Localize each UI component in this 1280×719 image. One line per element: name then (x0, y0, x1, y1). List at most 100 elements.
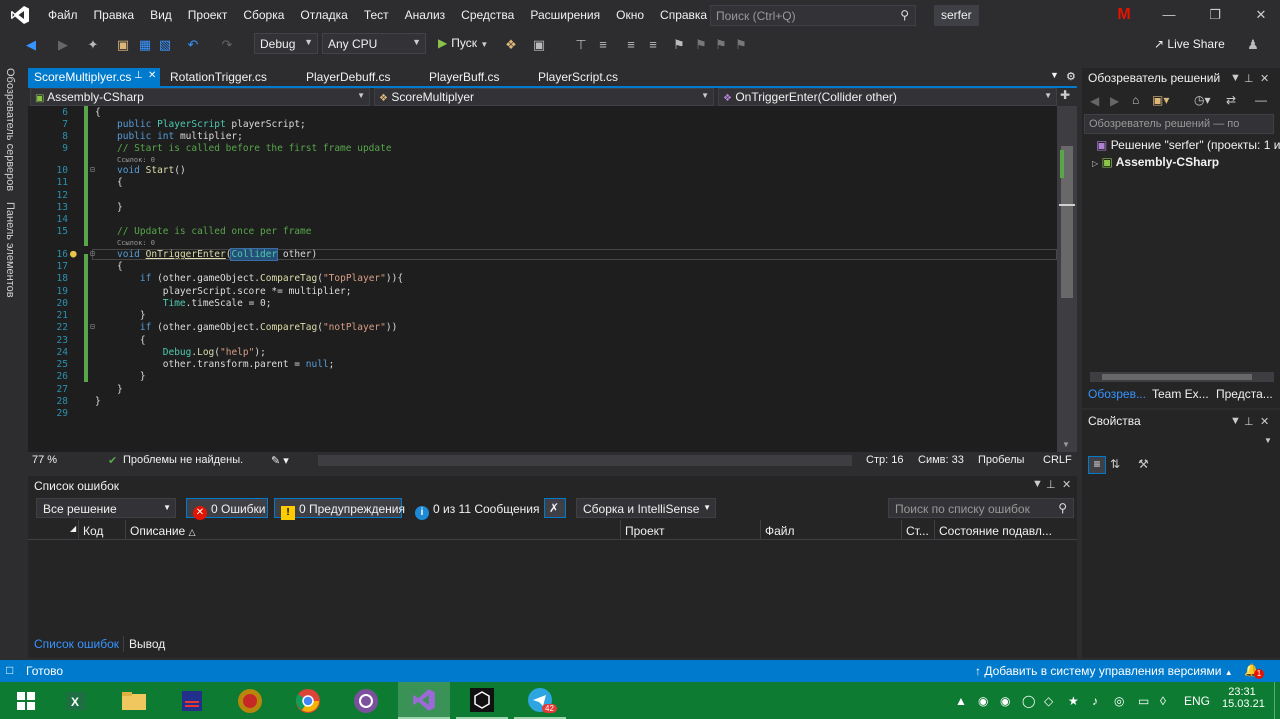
split-icon[interactable]: ✚ (1060, 88, 1070, 102)
indent-icon[interactable]: ≡ (594, 36, 612, 54)
menu-analyze[interactable]: Анализ (397, 8, 454, 22)
feedback-icon[interactable]: ♟ (1244, 36, 1262, 54)
language-indicator[interactable]: ENG (1184, 694, 1210, 708)
file-explorer-icon[interactable] (108, 682, 160, 719)
wifi-icon[interactable]: ◎ (1114, 694, 1124, 708)
tray-extra-icon[interactable]: ◊ (1160, 694, 1166, 708)
viber-icon[interactable] (340, 682, 392, 719)
column-suppression[interactable]: Состояние подавл... (939, 524, 1052, 538)
pin-icon[interactable]: ⊥ (1244, 72, 1254, 85)
emblem-app-icon[interactable] (224, 682, 276, 719)
menu-tools[interactable]: Средства (453, 8, 522, 22)
volume-icon[interactable]: ♪ (1092, 694, 1098, 708)
minimize-icon[interactable]: — (1154, 4, 1184, 26)
solution-node[interactable]: ▣ Решение "serfer" (проекты: 1 из (1096, 138, 1280, 152)
new-project-icon[interactable]: ✦ (84, 36, 102, 54)
column-project[interactable]: Проект (625, 524, 665, 538)
menu-view[interactable]: Вид (142, 8, 180, 22)
browser-link-icon[interactable]: ▣ (530, 36, 548, 54)
column-code[interactable]: Код (83, 524, 103, 538)
bluetooth-icon[interactable]: ★ (1068, 694, 1079, 708)
configuration-select[interactable]: Debug ▼ (254, 33, 318, 54)
open-folder-icon[interactable]: ▣ (114, 36, 132, 54)
tray-app-icon[interactable]: ◉ (1000, 694, 1010, 708)
solution-search-input[interactable]: Обозреватель решений — по (1084, 114, 1274, 134)
bookmark-icon[interactable]: ⚑ (670, 36, 688, 54)
menu-window[interactable]: Окно (608, 8, 652, 22)
battery-icon[interactable]: ▭ (1138, 694, 1149, 708)
error-search-input[interactable]: Поиск по списку ошибок ⚲ (888, 498, 1074, 518)
codelens-refs[interactable]: Ссылок: 0 (117, 239, 155, 247)
excel-icon[interactable]: X (50, 682, 102, 719)
column-indicator[interactable]: Симв: 33 (918, 454, 964, 466)
pin-icon[interactable]: ⊥ (134, 70, 143, 81)
save-all-icon[interactable]: ▧ (156, 36, 174, 54)
lightbulb-icon[interactable]: ● (70, 247, 77, 260)
run-button[interactable]: ▶ Пуск ▼ (434, 33, 492, 54)
property-pages-icon[interactable]: ⚒ (1138, 457, 1149, 471)
build-source-select[interactable]: Сборка и IntelliSense ▼ (576, 498, 716, 518)
notifications-icon[interactable]: 🔔 1 (1244, 663, 1264, 679)
editor-vertical-scrollbar[interactable]: ▼ (1057, 106, 1077, 452)
solution-hscrollbar[interactable] (1090, 372, 1274, 382)
line-ending-indicator[interactable]: CRLF (1043, 454, 1072, 466)
panel-menu-icon[interactable]: ▼ (1230, 415, 1241, 427)
sync-icon[interactable]: ⇄ (1226, 93, 1236, 107)
server-explorer-tab[interactable]: Обозреватель серверов (4, 68, 16, 191)
panel-menu-icon[interactable]: ▼ (1032, 478, 1043, 490)
tab-class-view[interactable]: Предста... (1216, 387, 1273, 401)
settings-icon[interactable]: ⚙ (1060, 68, 1082, 86)
project-dropdown[interactable]: ▣ Assembly-CSharp ▼ (30, 88, 370, 106)
errors-filter-button[interactable]: ✕ 0 Ошибки (186, 498, 268, 520)
user-avatar[interactable]: M (1115, 6, 1133, 24)
undo-icon[interactable]: ↶ (184, 36, 202, 54)
back-icon[interactable]: ◀ (22, 36, 40, 54)
line-indicator[interactable]: Стр: 16 (866, 454, 903, 466)
column-line[interactable]: Ст... (906, 524, 929, 538)
editor-horizontal-scrollbar[interactable] (318, 455, 852, 466)
notes-app-icon[interactable] (166, 682, 218, 719)
uncomment-icon[interactable]: ≡ (644, 36, 662, 54)
panel-menu-icon[interactable]: ▼ (1230, 72, 1241, 84)
project-node[interactable]: ▷ ▣ Assembly-CSharp (1092, 155, 1219, 169)
back-icon[interactable]: ◀ (1090, 94, 1099, 108)
close-tab-icon[interactable]: ✕ (148, 70, 156, 81)
home-icon[interactable]: ⌂ (1132, 93, 1139, 107)
scope-select[interactable]: Все решение ▼ (36, 498, 176, 518)
close-panel-icon[interactable]: ✕ (1260, 415, 1269, 428)
chevron-down-icon[interactable]: ▼ (1264, 436, 1272, 445)
source-control-button[interactable]: ↑ Добавить в систему управления версиями… (975, 664, 1233, 678)
step-icon[interactable]: ⊤ (572, 36, 590, 54)
collapse-icon[interactable]: ⊟ (90, 165, 95, 174)
redo-icon[interactable]: ↷ (218, 36, 236, 54)
shield-icon[interactable]: ◯ (1022, 694, 1035, 708)
tray-app-icon[interactable]: ◉ (978, 694, 988, 708)
messages-filter-button[interactable]: i 0 из 11 Сообщения (408, 498, 539, 520)
prev-bookmark-icon[interactable]: ⚑ (692, 36, 710, 54)
next-bookmark-icon[interactable]: ⚑ (712, 36, 730, 54)
live-share-button[interactable]: ↗ Live Share (1154, 37, 1225, 51)
pin-icon[interactable]: ⊥ (1244, 415, 1254, 428)
pin-icon[interactable]: ⊥ (1046, 478, 1056, 491)
close-icon[interactable]: ✕ (1246, 4, 1276, 26)
wrench-icon[interactable]: — (1255, 93, 1267, 107)
tab-team-explorer[interactable]: Team Ex... (1152, 387, 1209, 401)
tab-scoremultiplyer[interactable]: ScoreMultiplyer.cs ⊥ ✕ (28, 68, 160, 86)
tab-playerbuff[interactable]: PlayerBuff.cs (423, 68, 505, 86)
visual-studio-taskbar-icon[interactable] (398, 682, 450, 719)
collapse-icon[interactable]: ⊟ (90, 249, 95, 258)
cleanup-brush-icon[interactable]: ✎ ▾ (271, 454, 289, 467)
zoom-level[interactable]: 77 % (32, 454, 57, 466)
column-file[interactable]: Файл (765, 524, 795, 538)
class-dropdown[interactable]: ❖ ScoreMultiplyer ▼ (374, 88, 714, 106)
chrome-icon[interactable] (282, 682, 334, 719)
warnings-filter-button[interactable]: ! 0 Предупреждения (274, 498, 405, 520)
show-desktop-button[interactable] (1274, 682, 1280, 719)
close-panel-icon[interactable]: ✕ (1260, 72, 1269, 85)
search-input[interactable]: Поиск (Ctrl+Q) ⚲ (710, 5, 916, 26)
switch-views-icon[interactable]: ▣▾ (1152, 93, 1169, 107)
collapse-icon[interactable]: ⊟ (90, 322, 95, 331)
clock[interactable]: 23:31 15.03.21 (1222, 686, 1265, 710)
close-panel-icon[interactable]: ✕ (1062, 478, 1071, 491)
telegram-icon[interactable]: 42 (514, 682, 566, 719)
